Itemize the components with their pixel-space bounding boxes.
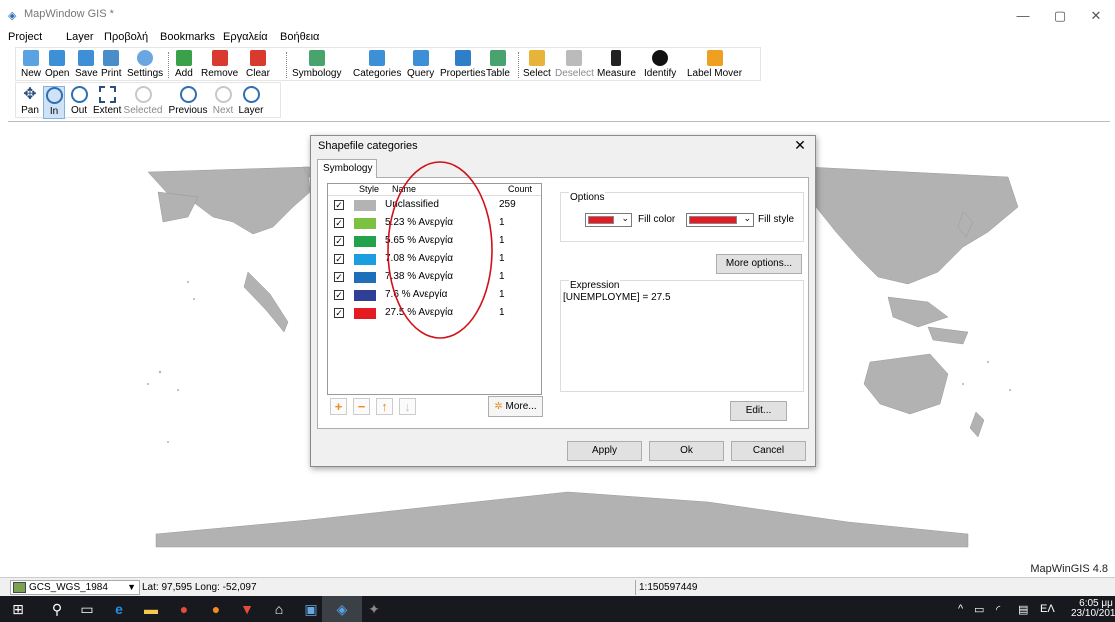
- annotation-overlay: [387, 161, 493, 339]
- tab-symbology[interactable]: Symbology: [317, 159, 377, 178]
- annotation-ellipse: [387, 161, 493, 339]
